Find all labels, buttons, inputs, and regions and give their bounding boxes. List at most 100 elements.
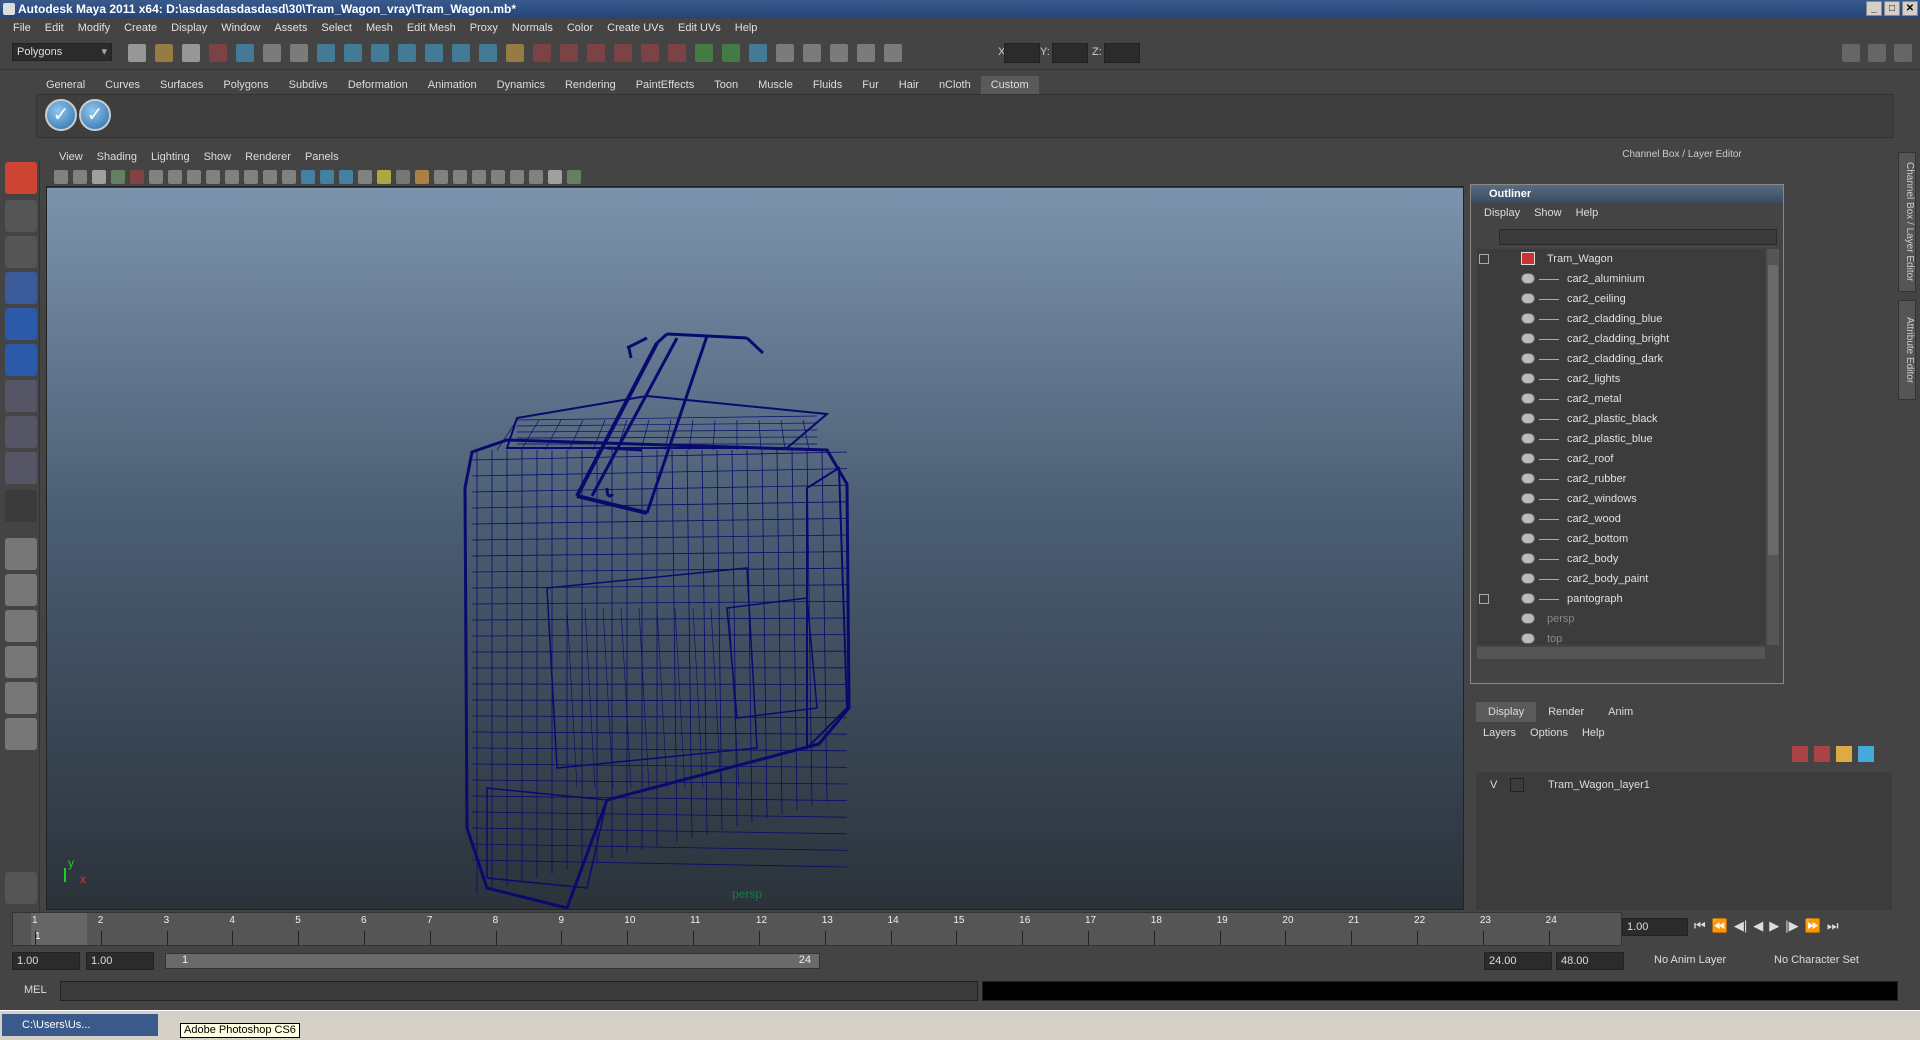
single-pane-layout-icon[interactable] — [5, 538, 37, 570]
script-editor-icon[interactable] — [5, 872, 37, 904]
viewport-menu-lighting[interactable]: Lighting — [144, 151, 197, 163]
panel-layout-icon[interactable] — [1842, 44, 1860, 62]
menu-normals[interactable]: Normals — [505, 22, 560, 34]
close-button[interactable]: ✕ — [1902, 1, 1918, 16]
outliner-menu-help[interactable]: Help — [1569, 207, 1606, 219]
menu-select[interactable]: Select — [314, 22, 359, 34]
status-tool-icon[interactable] — [398, 44, 416, 62]
viewport-tool-icon[interactable] — [453, 170, 467, 184]
status-tool-icon[interactable] — [695, 44, 713, 62]
menu-display[interactable]: Display — [164, 22, 214, 34]
outliner-item[interactable]: car2_roof — [1477, 449, 1765, 469]
channel-box-toggle-icon[interactable] — [1894, 44, 1912, 62]
character-set-dropdown[interactable]: No Character Set — [1770, 952, 1880, 970]
attribute-editor-side-tab[interactable]: Attribute Editor — [1898, 300, 1916, 400]
step-back-key-icon[interactable]: ⏪ — [1712, 918, 1728, 936]
layer-tab-anim[interactable]: Anim — [1596, 702, 1645, 722]
outliner-item[interactable]: Tram_Wagon — [1477, 249, 1765, 269]
viewport-menu-show[interactable]: Show — [197, 151, 239, 163]
status-tool-icon[interactable] — [479, 44, 497, 62]
status-tool-icon[interactable] — [830, 44, 848, 62]
shelf-tab-curves[interactable]: Curves — [95, 76, 150, 94]
status-tool-icon[interactable] — [182, 44, 200, 62]
layer-menu-help[interactable]: Help — [1575, 724, 1612, 742]
outliner-item[interactable]: car2_metal — [1477, 389, 1765, 409]
status-tool-icon[interactable] — [317, 44, 335, 62]
play-forward-icon[interactable]: ▶ — [1769, 918, 1779, 936]
viewport-tool-icon[interactable] — [491, 170, 505, 184]
viewport-tool-icon[interactable] — [320, 170, 334, 184]
maximize-button[interactable]: □ — [1884, 1, 1900, 16]
status-tool-icon[interactable] — [776, 44, 794, 62]
viewport-tool-icon[interactable] — [377, 170, 391, 184]
end-time-field[interactable]: 48.00 — [1556, 952, 1624, 970]
four-pane-layout-icon[interactable] — [5, 574, 37, 606]
playback-end-field[interactable]: 24.00 — [1484, 952, 1552, 970]
status-tool-icon[interactable] — [803, 44, 821, 62]
layer-visibility-toggle[interactable]: V — [1490, 776, 1497, 794]
scale-tool-icon[interactable] — [5, 344, 37, 376]
outliner-item[interactable]: car2_rubber — [1477, 469, 1765, 489]
taskbar-item[interactable]: C:\Users\Us... — [2, 1014, 158, 1036]
menu-file[interactable]: File — [6, 22, 38, 34]
anim-layer-dropdown[interactable]: No Anim Layer — [1650, 952, 1754, 970]
menu-edit-uvs[interactable]: Edit UVs — [671, 22, 728, 34]
viewport-tool-icon[interactable] — [529, 170, 543, 184]
viewport-tool-icon[interactable] — [472, 170, 486, 184]
status-tool-icon[interactable] — [155, 44, 173, 62]
viewport-canvas[interactable] — [47, 188, 1463, 910]
layer-type-toggle[interactable] — [1510, 778, 1524, 792]
outliner-item[interactable]: car2_windows — [1477, 489, 1765, 509]
status-tool-icon[interactable] — [236, 44, 254, 62]
viewport-tool-icon[interactable] — [434, 170, 448, 184]
outliner-item[interactable]: car2_plastic_blue — [1477, 429, 1765, 449]
layer-tab-display[interactable]: Display — [1476, 702, 1537, 722]
minimize-button[interactable]: _ — [1866, 1, 1882, 16]
range-slider[interactable]: 1 24 — [165, 953, 820, 969]
menu-create[interactable]: Create — [117, 22, 164, 34]
viewport-tool-icon[interactable] — [339, 170, 353, 184]
shelf-tab-polygons[interactable]: Polygons — [213, 76, 278, 94]
menu-set-dropdown[interactable]: Polygons — [12, 43, 112, 61]
play-backward-icon[interactable]: ◀ — [1753, 918, 1763, 936]
layer-tab-render[interactable]: Render — [1536, 702, 1596, 722]
viewport-tool-icon[interactable] — [548, 170, 562, 184]
viewport-tool-icon[interactable] — [244, 170, 258, 184]
outliner-item[interactable]: car2_body — [1477, 549, 1765, 569]
new-layer-icon[interactable] — [1792, 746, 1808, 762]
shelf-check-icon[interactable]: ✓ — [79, 99, 111, 131]
status-tool-icon[interactable] — [884, 44, 902, 62]
outliner-menu-display[interactable]: Display — [1477, 207, 1527, 219]
shelf-tab-animation[interactable]: Animation — [418, 76, 487, 94]
shelf-tab-ncloth[interactable]: nCloth — [929, 76, 981, 94]
go-to-start-icon[interactable]: ⏮ — [1694, 918, 1706, 936]
collapse-toggle-icon[interactable] — [1479, 254, 1489, 264]
step-back-frame-icon[interactable]: ◀| — [1734, 918, 1747, 936]
viewport-tool-icon[interactable] — [187, 170, 201, 184]
shelf-tab-hair[interactable]: Hair — [889, 76, 929, 94]
manipulator-tool-icon[interactable] — [5, 380, 37, 412]
viewport-tool-icon[interactable] — [263, 170, 277, 184]
outliner-item[interactable]: car2_body_paint — [1477, 569, 1765, 589]
status-tool-icon[interactable] — [560, 44, 578, 62]
shelf-tab-subdivs[interactable]: Subdivs — [279, 76, 338, 94]
outliner-item[interactable]: car2_cladding_bright — [1477, 329, 1765, 349]
status-tool-icon[interactable] — [533, 44, 551, 62]
current-frame-input[interactable]: 1.00 — [1622, 918, 1688, 936]
outliner-title-bar[interactable]: Outliner — [1471, 185, 1783, 203]
status-tool-icon[interactable] — [425, 44, 443, 62]
outliner-item[interactable]: car2_wood — [1477, 509, 1765, 529]
status-tool-icon[interactable] — [749, 44, 767, 62]
last-tool-icon[interactable] — [5, 490, 37, 522]
step-forward-frame-icon[interactable]: |▶ — [1785, 918, 1798, 936]
layer-row[interactable]: V Tram_Wagon_layer1 — [1482, 776, 1882, 794]
outliner-item[interactable]: car2_cladding_blue — [1477, 309, 1765, 329]
outliner-scroll-thumb[interactable] — [1768, 265, 1778, 555]
outliner-menu-show[interactable]: Show — [1527, 207, 1569, 219]
outliner-item[interactable]: car2_bottom — [1477, 529, 1765, 549]
menu-color[interactable]: Color — [560, 22, 600, 34]
viewport-menu-renderer[interactable]: Renderer — [238, 151, 298, 163]
y-input[interactable] — [1052, 43, 1088, 63]
viewport-tool-icon[interactable] — [301, 170, 315, 184]
layer-menu-options[interactable]: Options — [1523, 724, 1575, 742]
